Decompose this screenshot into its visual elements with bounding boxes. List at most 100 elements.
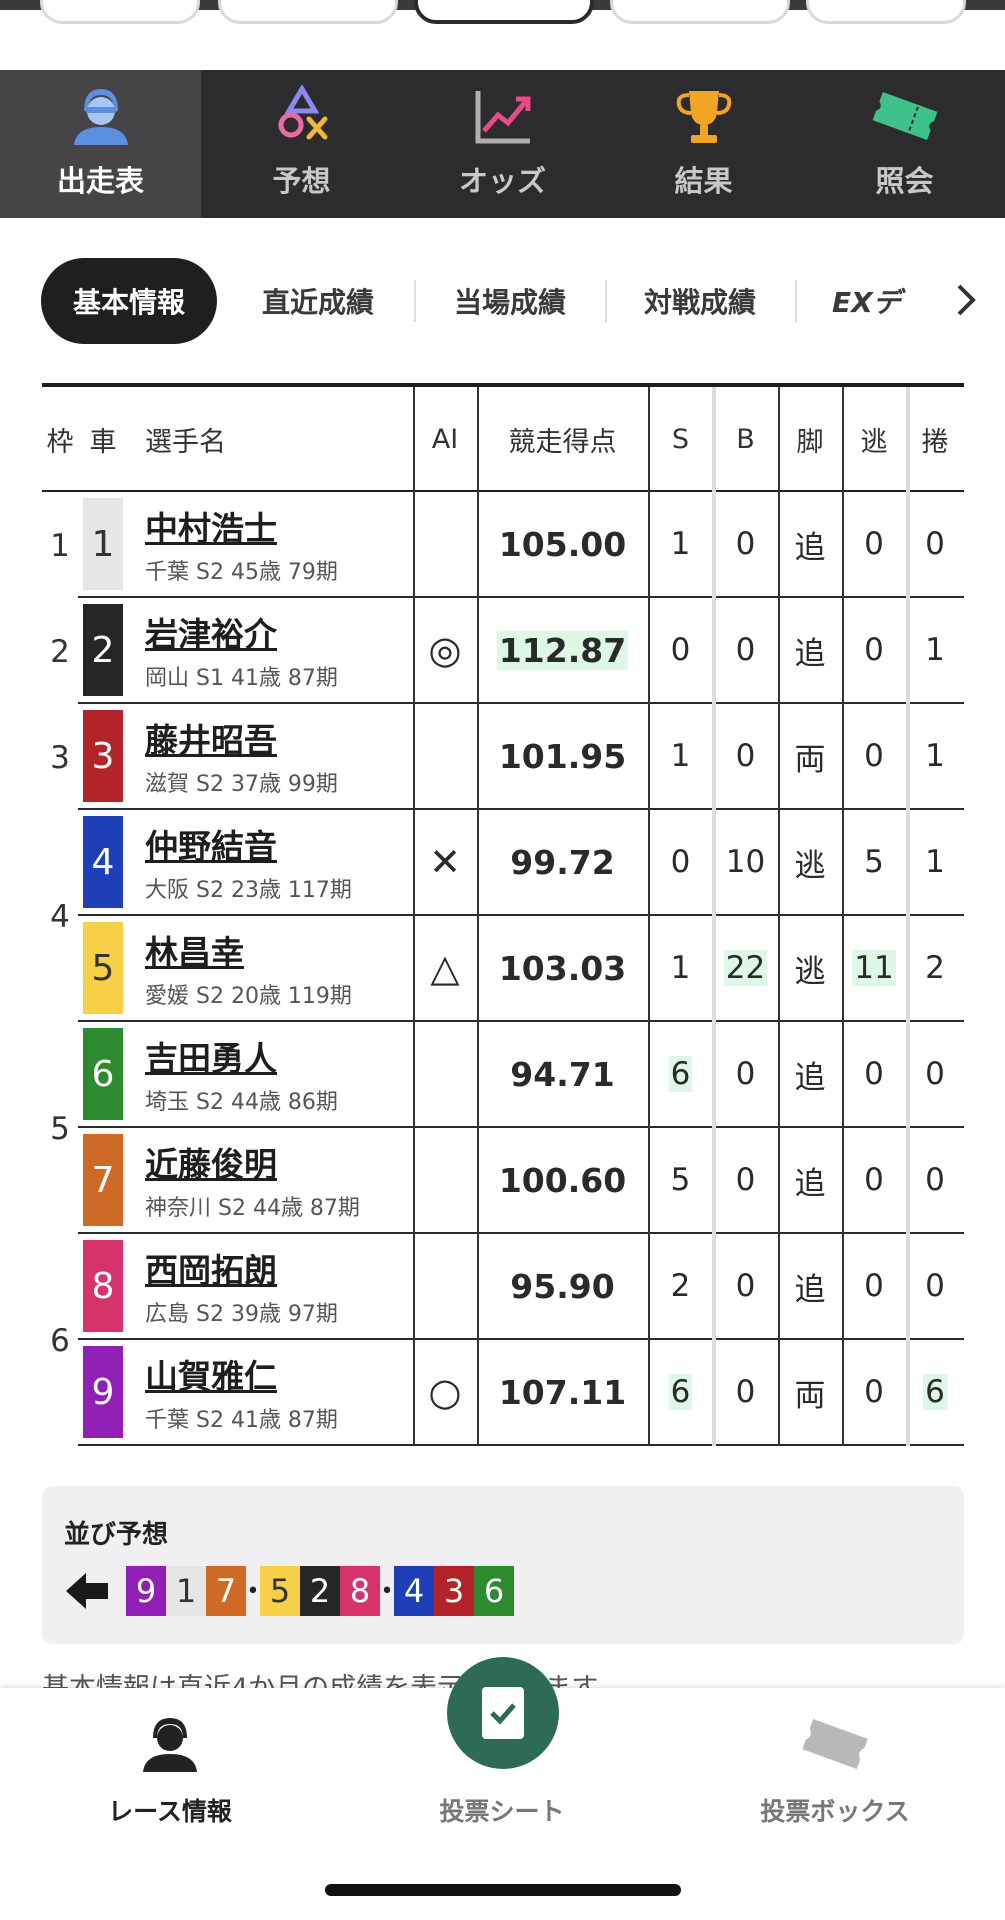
cell-score: 101.95 bbox=[477, 704, 648, 808]
cell-value: 0 bbox=[864, 632, 884, 668]
chevron-right-icon[interactable] bbox=[947, 272, 987, 328]
cell-b: 0 bbox=[713, 598, 778, 702]
vote-sheet-button[interactable] bbox=[447, 1657, 559, 1769]
waku-label: 4 bbox=[42, 812, 78, 1022]
cell-score: 99.72 bbox=[477, 810, 648, 914]
tab-label: オッズ bbox=[458, 164, 546, 198]
sequence-items: 9 1 7 • 5 2 8 • 4 3 6 bbox=[126, 1566, 514, 1616]
cell-s: 1 bbox=[648, 704, 713, 808]
cell-nige: 0 bbox=[842, 1128, 906, 1232]
table-row: 6 吉田勇人 埼玉 S2 44歳 86期 94.71 6 0 追 0 0 bbox=[42, 1022, 964, 1128]
vote-sheet-icon bbox=[482, 1687, 524, 1739]
racer-name-link[interactable]: 林昌幸 bbox=[145, 926, 244, 974]
header-makuri: 捲 bbox=[921, 427, 949, 458]
racer-name-link[interactable]: 近藤俊明 bbox=[145, 1138, 277, 1186]
cell-ai bbox=[413, 1022, 477, 1126]
table-row: 9 山賀雅仁 千葉 S2 41歳 87期 ○ 107.11 6 0 両 0 6 bbox=[42, 1340, 964, 1446]
cell-value: 2 bbox=[925, 950, 945, 986]
column-divider bbox=[413, 387, 415, 1446]
cell-value: 1 bbox=[925, 632, 945, 668]
odds-chart-icon bbox=[468, 84, 538, 148]
race-card-screen: 出走表 予想 オッズ 結果 照会 基本情報 直近成績 当場成績 対戦成績 EXデ… bbox=[0, 0, 1005, 1920]
car-number: 6 bbox=[83, 1028, 123, 1120]
subtab-recent-results[interactable]: 直近成績 bbox=[238, 258, 398, 344]
race-pill[interactable] bbox=[806, 0, 966, 24]
waku-label: 1 bbox=[42, 494, 78, 598]
cell-s: 1 bbox=[648, 492, 713, 596]
racer-name-link[interactable]: 山賀雅仁 bbox=[145, 1350, 277, 1398]
tab-inquiry[interactable]: 照会 bbox=[804, 70, 1005, 218]
cell-b: 22 bbox=[713, 916, 778, 1020]
tab-prediction[interactable]: 予想 bbox=[201, 70, 402, 218]
cell-value: 1 bbox=[670, 950, 691, 986]
subtab-venue-results[interactable]: 当場成績 bbox=[430, 258, 590, 344]
race-pill[interactable] bbox=[218, 0, 398, 24]
racer-name-link[interactable]: 中村浩士 bbox=[145, 502, 277, 550]
column-divider bbox=[842, 387, 844, 1446]
cell-value: 両 bbox=[794, 741, 826, 778]
cell-leg: 逃 bbox=[778, 916, 842, 1020]
ai-mark: ○ bbox=[428, 1370, 462, 1414]
tab-entry-list[interactable]: 出走表 bbox=[0, 70, 201, 218]
cell-s: 6 bbox=[648, 1022, 713, 1126]
cell-value: 追 bbox=[794, 1059, 826, 1096]
line-prediction-panel: 並び予想 9 1 7 • 5 2 8 • 4 3 6 bbox=[42, 1486, 964, 1644]
subtab-ex-data[interactable]: EXデ bbox=[832, 258, 952, 344]
ticket-icon bbox=[870, 84, 940, 148]
nav-label: レース情報 bbox=[108, 1797, 232, 1826]
header-b: B bbox=[736, 424, 755, 455]
table-header: 枠 車 選手名 AI 競走得点 S B 脚 逃 捲 bbox=[42, 387, 964, 492]
cell-score: 112.87 bbox=[477, 598, 648, 702]
tab-results[interactable]: 結果 bbox=[603, 70, 804, 218]
header-ai: AI bbox=[431, 424, 459, 455]
racer-info: 大阪 S2 23歳 117期 bbox=[145, 878, 352, 903]
line-car-number: 2 bbox=[300, 1566, 340, 1616]
cell-value: 100.60 bbox=[498, 1160, 627, 1200]
tab-odds[interactable]: オッズ bbox=[402, 70, 603, 218]
line-car-number: 6 bbox=[474, 1566, 514, 1616]
ticket-icon bbox=[800, 1714, 870, 1780]
cell-b: 0 bbox=[713, 1128, 778, 1232]
car-number: 4 bbox=[83, 816, 123, 908]
cell-score: 107.11 bbox=[477, 1340, 648, 1444]
racer-name-link[interactable]: 藤井昭吾 bbox=[145, 714, 277, 762]
cell-value: 1 bbox=[925, 738, 945, 774]
race-pill[interactable] bbox=[40, 0, 200, 24]
header-nige: 逃 bbox=[860, 427, 888, 458]
nav-race-info[interactable]: レース情報 bbox=[60, 1688, 280, 1828]
cell-value: 0 bbox=[864, 1056, 884, 1092]
car-number: 2 bbox=[83, 604, 123, 696]
cell-makuri: 1 bbox=[906, 598, 964, 702]
race-pill[interactable] bbox=[610, 0, 790, 24]
tab-label: 照会 bbox=[875, 164, 934, 198]
tab-label: 出走表 bbox=[56, 164, 144, 198]
racer-name-link[interactable]: 岩津裕介 bbox=[145, 608, 277, 656]
line-car-number: 5 bbox=[260, 1566, 300, 1616]
racer-name-link[interactable]: 仲野結音 bbox=[145, 820, 277, 868]
cell-value: 11 bbox=[852, 950, 896, 986]
subtab-head-to-head[interactable]: 対戦成績 bbox=[620, 258, 780, 344]
subtab-label: 直近成績 bbox=[261, 286, 374, 319]
subtab-basic-info[interactable]: 基本情報 bbox=[41, 258, 217, 344]
cell-leg: 追 bbox=[778, 1234, 842, 1338]
racer-name-link[interactable]: 吉田勇人 bbox=[145, 1032, 277, 1080]
cell-score: 95.90 bbox=[477, 1234, 648, 1338]
cell-makuri: 6 bbox=[906, 1340, 964, 1444]
header-waku: 枠 bbox=[46, 427, 74, 458]
race-pill-active[interactable] bbox=[414, 0, 594, 24]
cell-b: 0 bbox=[713, 492, 778, 596]
racer-name-link[interactable]: 西岡拓朗 bbox=[145, 1244, 277, 1292]
cell-value: 5 bbox=[670, 1162, 691, 1198]
table-row: 4 仲野結音 大阪 S2 23歳 117期 ✕ 99.72 0 10 逃 5 1 bbox=[42, 810, 964, 916]
car-number: 9 bbox=[83, 1346, 123, 1438]
racer-info: 広島 S2 39歳 97期 bbox=[145, 1302, 338, 1327]
race-selector-strip bbox=[0, 0, 1005, 70]
category-tabs: 出走表 予想 オッズ 結果 照会 bbox=[0, 70, 1005, 218]
header-leg: 脚 bbox=[796, 427, 824, 458]
cell-value: 10 bbox=[725, 844, 766, 880]
nav-vote-box[interactable]: 投票ボックス bbox=[725, 1688, 945, 1828]
cell-value: 0 bbox=[925, 1056, 945, 1092]
subtab-label: 基本情報 bbox=[72, 286, 185, 319]
header-s: S bbox=[671, 424, 690, 455]
nav-label: 投票シート bbox=[439, 1797, 565, 1826]
